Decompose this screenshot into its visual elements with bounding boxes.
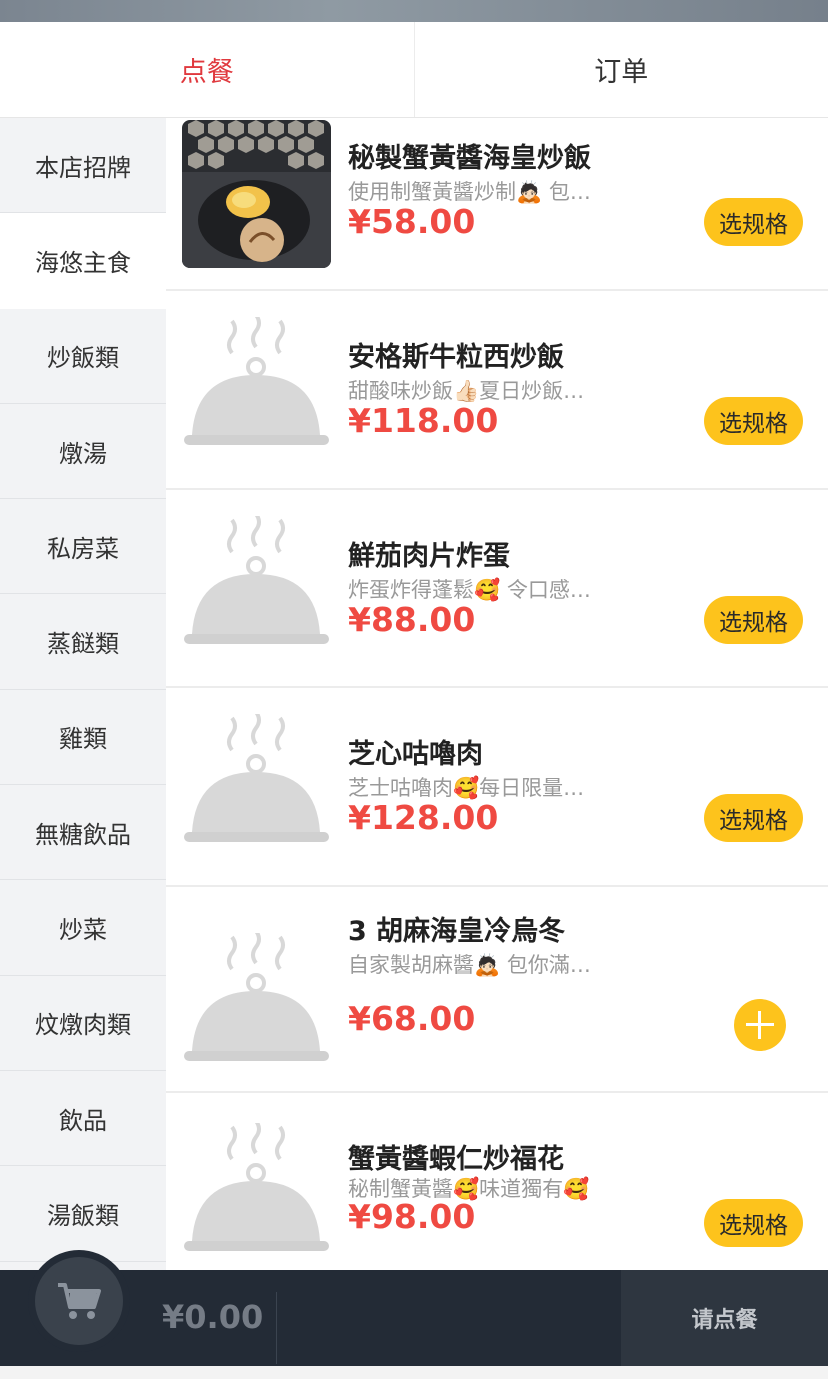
sidebar-item-braised-meat[interactable]: 炆燉肉類: [0, 976, 166, 1071]
category-sidebar: 本店招牌 海悠主食 炒飯類 燉湯 私房菜 蒸餸類 雞類 無糖飲品 炒菜 炆燉肉類…: [0, 118, 166, 1270]
select-spec-button[interactable]: 选规格: [704, 198, 803, 246]
sidebar-item-main[interactable]: 海悠主食: [0, 213, 166, 309]
sidebar-item-signature[interactable]: 本店招牌: [0, 118, 166, 214]
checkout-button[interactable]: 请点餐: [621, 1270, 828, 1366]
sidebar-item-private-dishes[interactable]: 私房菜: [0, 499, 166, 595]
dish-price: ¥68.00: [348, 999, 476, 1038]
cloche-icon: [182, 317, 331, 465]
sidebar-item-steamed[interactable]: 蒸餸類: [0, 594, 166, 690]
cart-total: ¥0.00: [162, 1298, 264, 1336]
dish-name: 芝心咕嚕肉: [348, 739, 483, 770]
tab-order-food[interactable]: 点餐: [0, 22, 414, 117]
cloche-icon: [182, 714, 331, 862]
select-spec-button[interactable]: 选规格: [704, 596, 803, 644]
select-spec-button[interactable]: 选规格: [704, 794, 803, 842]
dish-name: 鮮茄肉片炸蛋: [348, 541, 510, 572]
sidebar-item-fried-rice[interactable]: 炒飯類: [0, 309, 166, 404]
cloche-icon: [182, 516, 331, 664]
list-item[interactable]: 3 胡麻海皇冷烏冬 自家製胡麻醬🙇🏻 包你滿… ¥68.00: [166, 887, 828, 1093]
dish-name: 蟹黃醬蝦仁炒福花: [348, 1144, 564, 1175]
dish-price: ¥128.00: [348, 798, 499, 837]
top-tabs: 点餐 订单: [0, 22, 828, 118]
sidebar-item-soup[interactable]: 燉湯: [0, 404, 166, 500]
sidebar-item-soup-rice[interactable]: 湯飯類: [0, 1166, 166, 1262]
cloche-icon: [182, 933, 331, 1081]
dish-name: 秘製蟹黃醬海皇炒飯: [348, 143, 591, 174]
sidebar-item-drinks[interactable]: 飲品: [0, 1071, 166, 1167]
sidebar-item-chicken[interactable]: 雞類: [0, 690, 166, 786]
select-spec-button[interactable]: 选规格: [704, 397, 803, 445]
list-item[interactable]: 安格斯牛粒西炒飯 甜酸味炒飯👍🏻夏日炒飯… ¥118.00 选规格: [166, 291, 828, 490]
dish-price: ¥58.00: [348, 202, 476, 241]
tab-orders[interactable]: 订单: [413, 22, 828, 117]
list-item[interactable]: 鮮茄肉片炸蛋 炸蛋炸得蓬鬆🥰 令口感… ¥88.00 选规格: [166, 490, 828, 688]
add-to-cart-button[interactable]: [734, 999, 786, 1051]
dish-price: ¥118.00: [348, 401, 499, 440]
select-spec-button[interactable]: 选规格: [704, 1199, 803, 1247]
dish-price: ¥88.00: [348, 600, 476, 639]
footer-strip: [0, 1366, 828, 1379]
cart-button[interactable]: [28, 1250, 130, 1352]
status-strip: [0, 0, 828, 22]
sidebar-item-stir-fry[interactable]: 炒菜: [0, 880, 166, 976]
dish-name: 3 胡麻海皇冷烏冬: [348, 916, 566, 947]
dish-name: 安格斯牛粒西炒飯: [348, 342, 564, 373]
cloche-icon: [182, 1123, 331, 1270]
list-item[interactable]: 秘製蟹黃醬海皇炒飯 使用制蟹黃醬炒制🙇🏻 包… ¥58.00 选规格: [166, 118, 828, 291]
divider: [276, 1292, 277, 1364]
sidebar-item-sugar-free-drinks[interactable]: 無糖飲品: [0, 785, 166, 881]
cart-icon: [35, 1257, 123, 1345]
dish-description: 自家製胡麻醬🙇🏻 包你滿…: [348, 953, 591, 977]
list-item[interactable]: 芝心咕嚕肉 芝士咕嚕肉🥰每日限量… ¥128.00 选规格: [166, 688, 828, 887]
dish-photo: [182, 120, 331, 268]
dish-price: ¥98.00: [348, 1197, 476, 1236]
dish-list: 秘製蟹黃醬海皇炒飯 使用制蟹黃醬炒制🙇🏻 包… ¥58.00 选规格 安格斯牛粒…: [166, 118, 828, 1270]
list-item[interactable]: 蟹黃醬蝦仁炒福花 秘制蟹黃醬🥰味道獨有🥰 ¥98.00 选规格: [166, 1093, 828, 1270]
